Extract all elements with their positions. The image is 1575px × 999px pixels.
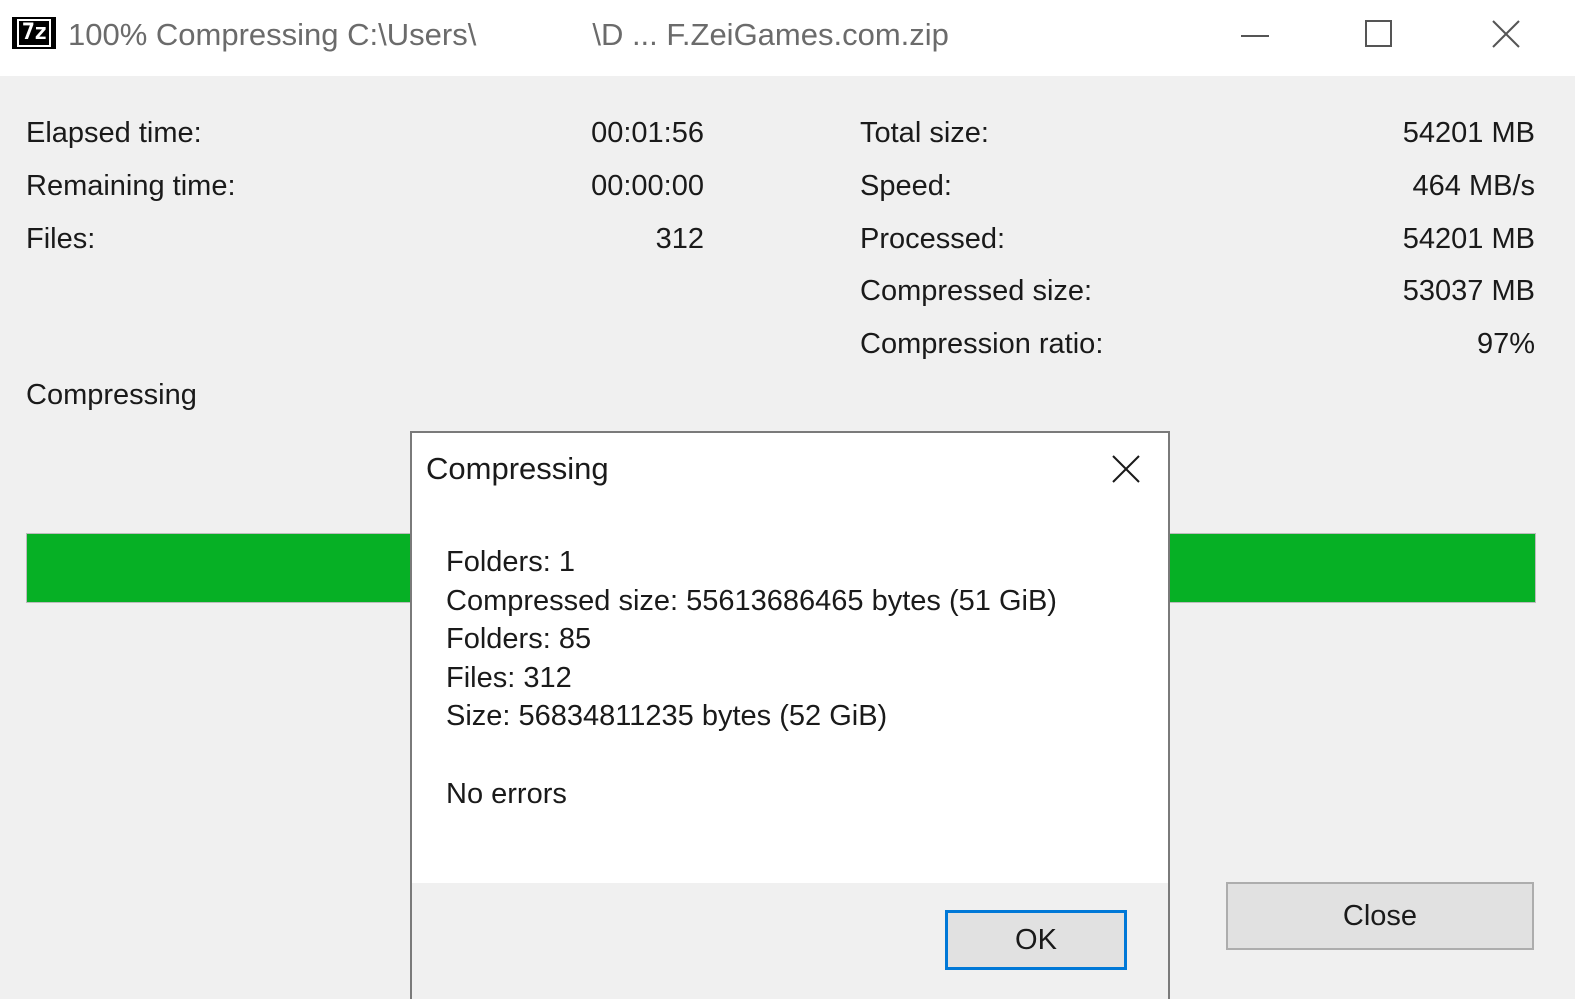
minimize-icon (1241, 35, 1269, 37)
remaining-time-label: Remaining time: (26, 170, 236, 202)
dialog-line: Folders: 1 (446, 546, 575, 578)
processed-label: Processed: (860, 223, 1006, 255)
dialog-line: Files: 312 (446, 661, 572, 694)
status-text: Compressing (26, 379, 197, 411)
elapsed-time-label: Elapsed time: (26, 117, 202, 149)
maximize-icon (1365, 20, 1392, 47)
close-window-button[interactable] (1444, 0, 1568, 68)
files-value: 312 (655, 223, 704, 255)
compression-window: 7z 100% Compressing C:\Users\ \D ... F.Ze… (0, 0, 1575, 999)
close-icon (1112, 455, 1140, 483)
dialog-body: Folders: 1 Compressed size: 55613686465 … (446, 543, 1057, 813)
dialog-line: Size: 56834811235 bytes (52 GiB) (446, 700, 888, 733)
window-title: 100% Compressing C:\Users\ \D ... F.ZeiGa… (68, 15, 949, 55)
window-title-suffix: \D ... F.ZeiGames.com.zip (592, 17, 949, 52)
compression-ratio-label: Compression ratio: (860, 328, 1104, 360)
total-size-label: Total size: (860, 117, 989, 149)
processed-value: 54201 MB (1402, 223, 1535, 255)
minimize-button[interactable] (1193, 0, 1317, 68)
total-size-value: 54201 MB (1402, 117, 1535, 149)
dialog-title: Compressing (426, 451, 609, 486)
dialog-line: Compressed size: 55613686465 bytes (51 G… (446, 584, 1057, 617)
result-dialog: Compressing Folders: 1 Compressed size: … (410, 431, 1170, 999)
compressed-size-value: 53037 MB (1402, 275, 1535, 307)
files-label: Files: (26, 223, 96, 255)
dialog-footer: OK (412, 883, 1168, 999)
close-button[interactable]: Close (1226, 882, 1534, 950)
dialog-spacer (446, 736, 1057, 775)
speed-value: 464 MB/s (1412, 170, 1536, 202)
app-icon-text: 7z (16, 19, 52, 47)
compressed-size-label: Compressed size: (860, 275, 1093, 307)
speed-label: Speed: (860, 170, 952, 202)
dialog-line: Folders: 85 (446, 623, 592, 656)
app-7zip-icon: 7z (12, 17, 56, 49)
window-title-prefix: 100% Compressing C:\Users\ (68, 17, 477, 52)
elapsed-time-value: 00:01:56 (591, 117, 704, 149)
title-bar[interactable]: 7z 100% Compressing C:\Users\ \D ... F.Ze… (0, 0, 1575, 76)
ok-button[interactable]: OK (945, 910, 1127, 970)
close-icon (1492, 20, 1520, 48)
dialog-result-text: No errors (446, 777, 567, 810)
remaining-time-value: 00:00:00 (591, 170, 704, 202)
compression-ratio-value: 97% (1476, 328, 1535, 360)
maximize-button[interactable] (1317, 0, 1441, 68)
dialog-close-button[interactable] (1108, 451, 1144, 487)
